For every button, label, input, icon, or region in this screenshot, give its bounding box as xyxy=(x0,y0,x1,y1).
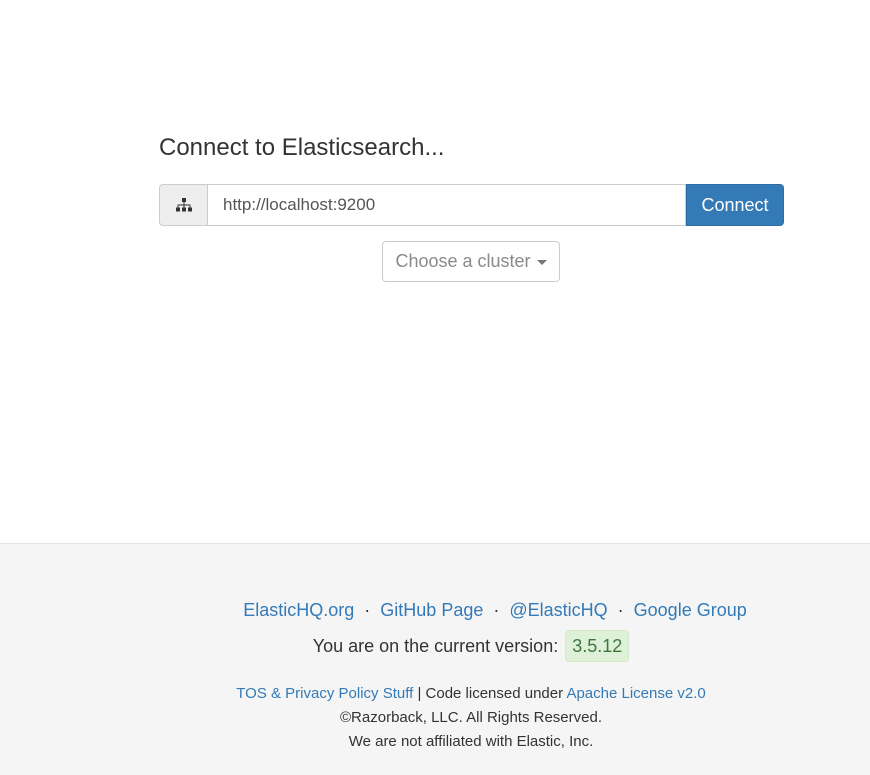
tos-link[interactable]: TOS & Privacy Policy Stuff xyxy=(236,685,413,702)
license-line: TOS & Privacy Policy Stuff | Code licens… xyxy=(0,684,870,704)
github-page-link[interactable]: GitHub Page xyxy=(380,600,483,620)
copyright: ©Razorback, LLC. All Rights Reserved. xyxy=(340,709,602,726)
version-info: You are on the current version: 3.5.12 xyxy=(0,630,870,662)
connect-button[interactable]: Connect xyxy=(686,184,784,226)
version-text: You are on the current version: xyxy=(312,636,559,656)
connect-input-group: Connect xyxy=(159,184,784,226)
choose-cluster-dropdown[interactable]: Choose a cluster xyxy=(382,241,560,282)
google-group-link[interactable]: Google Group xyxy=(634,600,747,620)
twitter-link[interactable]: @ElasticHQ xyxy=(509,600,607,620)
separator: · xyxy=(493,600,500,620)
main-content: Connect to Elasticsearch... Connect Choo… xyxy=(0,0,870,543)
elastichq-org-link[interactable]: ElasticHQ.org xyxy=(243,600,354,620)
disclaimer: We are not affiliated with Elastic, Inc. xyxy=(348,733,594,750)
page-title: Connect to Elasticsearch... xyxy=(159,134,445,161)
apache-license-link[interactable]: Apache License v2.0 xyxy=(566,685,705,702)
url-input[interactable] xyxy=(207,184,686,226)
license-text: | Code licensed under xyxy=(413,685,567,702)
footer-links: ElasticHQ.org · GitHub Page · @ElasticHQ · Goo… xyxy=(0,598,870,622)
sitemap-icon xyxy=(159,184,207,226)
choose-cluster-label: Choose a cluster xyxy=(395,251,531,271)
version-badge: 3.5.12 xyxy=(565,630,630,662)
caret-down-icon xyxy=(536,260,547,265)
separator: · xyxy=(617,600,624,620)
footer: ElasticHQ.org · GitHub Page · @ElasticHQ · Goo… xyxy=(0,543,870,775)
separator: · xyxy=(364,600,371,620)
